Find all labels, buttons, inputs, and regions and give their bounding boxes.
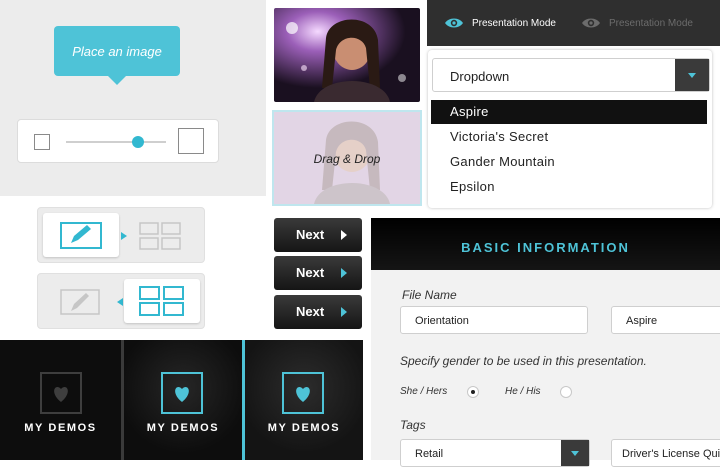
my-demos-tile-hover[interactable]: MY DEMOS [124, 340, 242, 460]
next-button-label: Next [296, 265, 325, 280]
dropdown-selected-label: Dropdown [450, 69, 510, 84]
gender-prompt: Specify gender to be used in this presen… [400, 354, 647, 368]
dropdown-select[interactable]: Dropdown [432, 58, 710, 92]
dropdown-panel: Dropdown Aspire Victoria's Secret Gander… [428, 50, 712, 208]
presentation-mode-toggle-on[interactable]: Presentation Mode [444, 0, 556, 46]
my-demos-label: MY DEMOS [24, 422, 97, 434]
place-image-tooltip: Place an image [54, 26, 180, 76]
arrow-right-icon [121, 232, 127, 240]
next-button-label: Next [296, 304, 325, 319]
tag-input[interactable]: Driver's License Quick [611, 439, 720, 467]
dropdown-option[interactable]: Epsilon [431, 175, 707, 199]
arrow-left-icon [117, 298, 123, 306]
next-button-hover[interactable]: Next [274, 256, 362, 290]
next-button-active[interactable]: Next [274, 295, 362, 329]
presentation-mode-label: Presentation Mode [472, 17, 556, 29]
eye-icon [582, 18, 600, 28]
woman-photo [274, 8, 420, 102]
tags-dropdown-button[interactable] [561, 440, 589, 466]
drag-drop-label: Drag & Drop [313, 152, 381, 166]
play-arrow-icon [341, 307, 347, 317]
gender-option-label: She / Hers [400, 386, 448, 397]
dropdown-option[interactable]: Victoria's Secret [431, 125, 707, 149]
my-demos-label: MY DEMOS [146, 422, 220, 434]
gender-option-label: He / His [505, 386, 541, 397]
gender-radio-she[interactable] [467, 386, 479, 398]
eye-icon [445, 18, 463, 28]
layout-toggle-grid[interactable] [37, 273, 205, 329]
tooltip-tail [108, 76, 126, 85]
drag-drop-zone[interactable]: Drag & Drop [272, 110, 422, 206]
dropdown-toggle-button[interactable] [675, 59, 709, 91]
presentation-mode-label: Presentation Mode [609, 17, 693, 29]
client-select[interactable]: Aspire [611, 306, 720, 334]
play-arrow-icon [341, 230, 347, 240]
size-slider-track[interactable] [66, 141, 166, 143]
my-demos-tile-active[interactable]: MY DEMOS [245, 340, 363, 460]
grid-icon [139, 286, 184, 316]
form-title: BASIC INFORMATION [461, 240, 630, 255]
photo-thumbnail[interactable] [274, 8, 420, 102]
tooltip-text: Place an image [72, 43, 162, 59]
file-name-input[interactable]: Orientation [400, 306, 588, 334]
my-demos-label: MY DEMOS [267, 422, 341, 434]
next-button-label: Next [296, 227, 325, 242]
presentation-mode-toggle-off[interactable]: Presentation Mode [581, 0, 693, 46]
image-size-panel: Place an image [0, 0, 266, 196]
heart-icon [282, 372, 324, 414]
small-size-icon[interactable] [34, 134, 50, 150]
pencil-icon [60, 222, 102, 249]
gender-radio-he[interactable] [560, 386, 572, 398]
grid-icon[interactable] [138, 221, 182, 251]
tags-select[interactable]: Retail [400, 439, 590, 467]
edit-card[interactable] [43, 213, 119, 257]
heart-icon [40, 372, 82, 414]
size-slider-thumb[interactable] [132, 136, 144, 148]
my-demos-tile-default[interactable]: MY DEMOS [0, 340, 121, 460]
size-slider-box [17, 119, 219, 163]
chevron-down-icon [688, 73, 696, 78]
form-header: BASIC INFORMATION [371, 218, 720, 270]
dropdown-option[interactable]: Gander Mountain [431, 150, 707, 174]
next-button[interactable]: Next [274, 218, 362, 252]
pencil-icon[interactable] [58, 287, 102, 317]
basic-information-form: BASIC INFORMATION File Name Orientation … [371, 218, 720, 467]
chevron-down-icon [571, 451, 579, 456]
play-arrow-icon [341, 268, 347, 278]
tags-label: Tags [400, 418, 426, 432]
dropdown-option[interactable]: Aspire [431, 100, 707, 124]
file-name-label: File Name [402, 288, 457, 302]
layout-toggle-edit[interactable] [37, 207, 205, 263]
grid-card[interactable] [124, 279, 200, 323]
presentation-mode-bar: Presentation Mode Presentation Mode [427, 0, 720, 46]
large-size-icon[interactable] [178, 128, 204, 154]
tags-selected-value: Retail [415, 448, 444, 460]
heart-icon [161, 372, 203, 414]
